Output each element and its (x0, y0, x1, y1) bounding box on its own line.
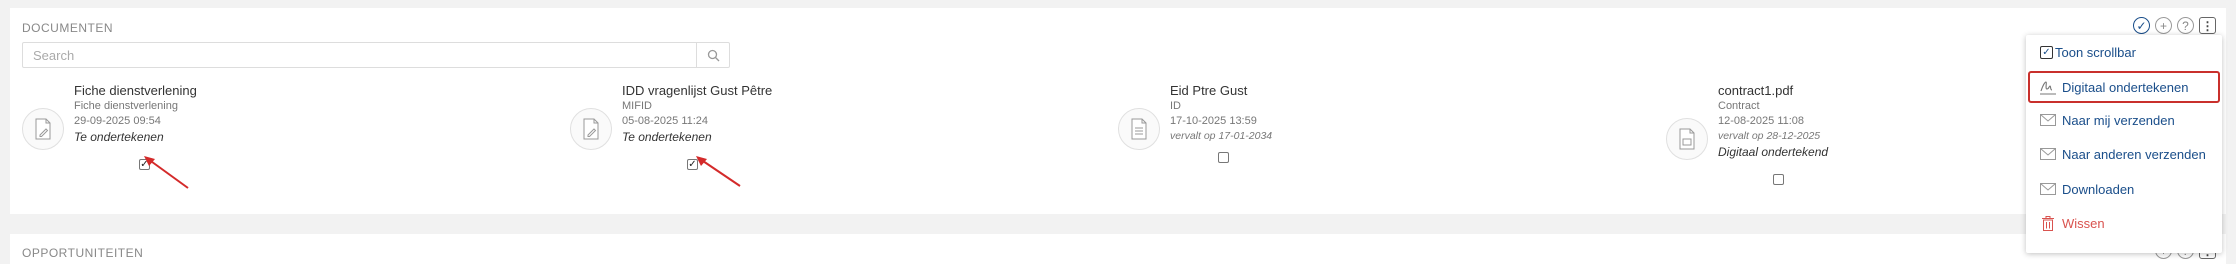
menu-item-label: Wissen (2062, 215, 2105, 231)
signature-icon (2040, 81, 2056, 95)
header-icons: ✓ + ? ⋮ (2133, 17, 2216, 34)
document-name[interactable]: Eid Ptre Gust (1170, 82, 1272, 99)
section-title: OPPORTUNITEITEN (22, 246, 144, 260)
document-checkbox[interactable] (1218, 152, 1229, 163)
document-item[interactable]: Eid Ptre Gust ID 17-10-2025 13:59 verval… (1118, 78, 1418, 178)
menu-item-naar-mij-verzenden[interactable]: Naar mij verzenden (2026, 105, 2222, 135)
document-status: Te ondertekenen (74, 130, 164, 144)
menu-item-label: Naar mij verzenden (2062, 112, 2175, 128)
search-input[interactable] (23, 43, 697, 67)
menu-item-label: Downloaden (2062, 181, 2135, 197)
more-menu-icon[interactable]: ⋮ (2199, 17, 2216, 34)
document-type: Fiche dienstverlening (74, 100, 178, 112)
document-type: MIFID (622, 100, 652, 112)
file-signed-icon (1666, 118, 1708, 160)
document-date: 05-08-2025 11:24 (622, 115, 709, 127)
document-name[interactable]: contract1.pdf (1718, 82, 1828, 99)
menu-item-label: Naar anderen verzenden (2062, 146, 2206, 162)
envelope-icon (2040, 148, 2056, 160)
document-expiry: vervalt op 28-12-2025 (1718, 130, 1821, 142)
trash-icon (2042, 215, 2054, 231)
menu-item-label: Digitaal ondertekenen (2062, 79, 2189, 95)
add-icon[interactable]: + (2155, 17, 2172, 34)
select-all-check-icon[interactable]: ✓ (2133, 17, 2150, 34)
toggle-scrollbar[interactable]: ✓ Toon scrollbar (2026, 37, 2222, 67)
document-type: ID (1170, 100, 1181, 112)
document-name[interactable]: IDD vragenlijst Gust Pêtre (622, 82, 772, 99)
help-icon[interactable]: ? (2177, 17, 2194, 34)
envelope-icon (2040, 183, 2056, 195)
document-date: 17-10-2025 13:59 (1170, 115, 1257, 127)
annotation-arrow (696, 156, 741, 187)
opportunities-panel: OPPORTUNITEITEN + ? ⋮ (10, 234, 2226, 264)
file-pen-icon (570, 108, 612, 150)
document-expiry: vervalt op 17-01-2034 (1170, 130, 1273, 142)
toggle-scrollbar-label: Toon scrollbar (2055, 44, 2136, 60)
document-status: Te ondertekenen (622, 130, 712, 144)
menu-item-wissen[interactable]: Wissen (2026, 208, 2222, 238)
envelope-icon (2040, 114, 2056, 126)
scrollbar-checkbox[interactable]: ✓ (2040, 45, 2053, 59)
document-type: Contract (1718, 100, 1760, 112)
menu-item-naar-anderen-verzenden[interactable]: Naar anderen verzenden (2026, 139, 2222, 169)
document-status: Digitaal ondertekend (1718, 145, 1829, 159)
document-date: 12-08-2025 11:08 (1718, 115, 1805, 127)
search-button[interactable] (696, 43, 729, 67)
menu-item-digitaal-ondertekenen[interactable]: Digitaal ondertekenen (2028, 71, 2220, 103)
file-pen-icon (22, 108, 64, 150)
actions-menu: ✓ Toon scrollbar Digitaal ondertekenen N… (2026, 35, 2222, 253)
document-date: 29-09-2025 09:54 (74, 115, 161, 127)
search-box (22, 42, 730, 68)
document-item[interactable]: contract1.pdf Contract 12-08-2025 11:08 … (1666, 78, 1966, 185)
menu-item-downloaden[interactable]: Downloaden (2026, 174, 2222, 204)
document-name[interactable]: Fiche dienstverlening (74, 82, 197, 99)
file-text-icon (1118, 108, 1160, 150)
annotation-arrow (144, 156, 189, 189)
document-checkbox[interactable] (1773, 174, 1784, 185)
documents-panel: DOCUMENTEN ✓ + ? ⋮ Fiche dienstverlening… (10, 8, 2226, 214)
section-title: DOCUMENTEN (22, 21, 113, 35)
search-icon (707, 49, 719, 61)
